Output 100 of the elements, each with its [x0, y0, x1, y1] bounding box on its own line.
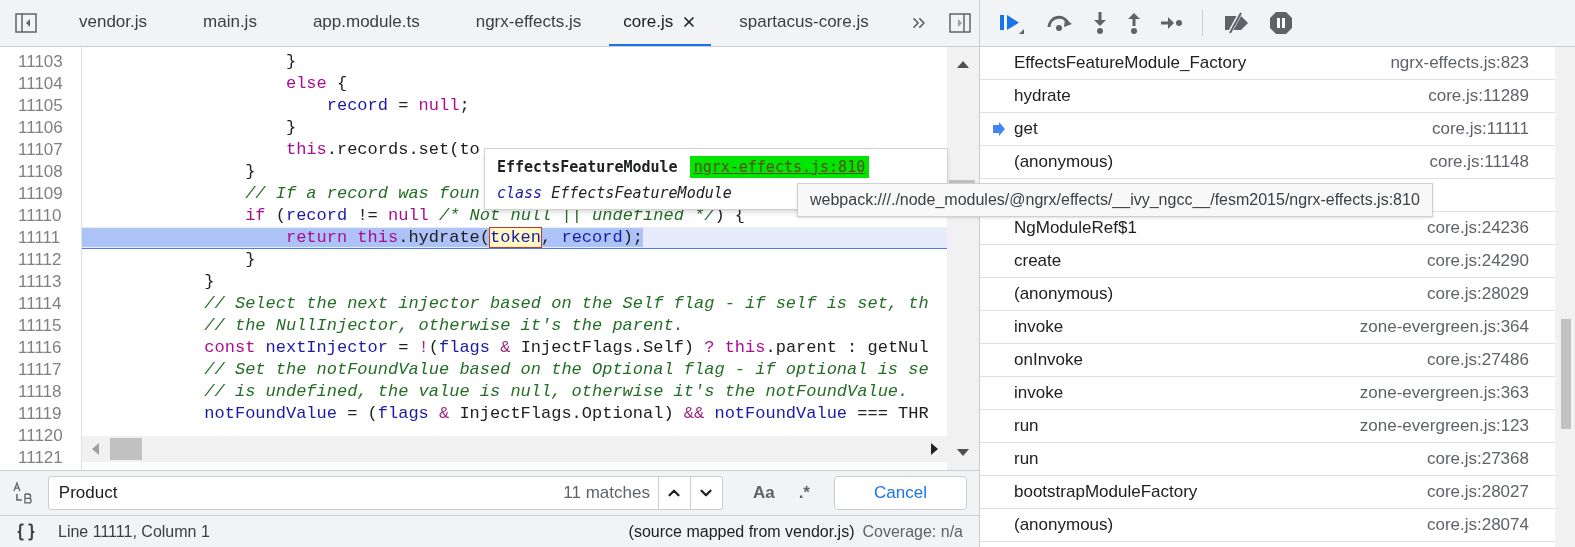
code-line: // Set the notFoundValue based on the Optional flag - if optional is se — [203, 360, 929, 379]
frame-name: bootstrapModuleFactory — [1014, 481, 1199, 504]
code-line: } — [203, 272, 215, 291]
frame-location: ngrx-effects.js:823 — [1390, 52, 1529, 75]
call-frame[interactable]: (anonymous) core.js:28029 — [980, 278, 1555, 311]
code-line: } — [284, 118, 297, 137]
call-frame[interactable]: get core.js:11111 — [980, 113, 1555, 146]
line-number: 11110 — [17, 205, 63, 227]
regex-button[interactable]: .* — [798, 480, 810, 506]
scroll-right-icon[interactable] — [930, 442, 940, 456]
scrollbar-thumb[interactable] — [1561, 319, 1571, 429]
frame-location: core.js:28027 — [1426, 481, 1529, 504]
frame-name: create — [1014, 250, 1063, 273]
match-count: 11 matches — [563, 482, 651, 505]
frame-location: zone-evergreen.js:363 — [1359, 382, 1529, 405]
frame-name: get — [1014, 118, 1039, 141]
frame-name: NgModuleRef$1 — [1014, 217, 1138, 240]
code-line: } — [244, 162, 256, 181]
code-line: else { — [284, 74, 348, 93]
frame-name: hydrate — [1014, 85, 1072, 108]
frame-name: run — [1014, 448, 1040, 471]
panel-toggle-icon[interactable] — [15, 13, 37, 33]
line-number: 11119 — [17, 403, 63, 425]
scrollbar-thumb[interactable] — [110, 438, 142, 460]
frame-name: invoke — [1014, 382, 1065, 405]
code-line: // If a record was foun — [244, 184, 480, 203]
frame-name: (anonymous) — [1014, 151, 1115, 174]
code-line: const nextInjector = !(flags & InjectFlags.Self) ? this.parent : getNul — [203, 338, 929, 357]
frame-location: core.js:11148 — [1429, 151, 1529, 174]
frame-location: core.js:11111 — [1431, 118, 1529, 141]
code-line: // is undefined, the value is null, otherwise it's the notFoundValue. — [203, 382, 909, 401]
path-tooltip: webpack:///./node_modules/@ngrx/effects/__ivy_ngcc__/fesm2015/ngrx-effects.js:810 — [797, 183, 1433, 217]
line-number: 11112 — [17, 249, 63, 271]
line-number: 11120 — [17, 425, 64, 447]
line-number: 11115 — [17, 315, 63, 337]
line-number: 11107 — [17, 139, 64, 161]
step-over-icon[interactable] — [1046, 13, 1074, 33]
coverage-info: Coverage: n/a — [862, 521, 963, 542]
source-map-info: (source mapped from vendor.js) — [628, 521, 855, 542]
call-frame[interactable]: bootstrapModuleFactory core.js:28027 — [980, 476, 1555, 509]
line-number: 11121 — [17, 447, 64, 469]
file-tab[interactable]: app.module.ts — [298, 0, 434, 46]
line-number: 11111 — [17, 227, 62, 249]
frame-location: zone-evergreen.js:123 — [1359, 415, 1529, 438]
line-number: 11116 — [17, 337, 63, 359]
frame-location: zone-evergreen.js:364 — [1359, 316, 1529, 339]
scroll-up-icon[interactable] — [956, 59, 970, 69]
call-frame[interactable]: invoke zone-evergreen.js:363 — [980, 377, 1555, 410]
line-number: 11114 — [17, 293, 63, 315]
code-line: this.records.set(to — [284, 140, 480, 159]
pause-icon[interactable] — [1269, 11, 1293, 35]
symbol-name: EffectsFeatureModule — [497, 156, 678, 178]
file-tab[interactable]: main.js — [189, 0, 271, 46]
frame-name: invoke — [1014, 316, 1065, 339]
line-number: 11117 — [17, 359, 63, 381]
step-icon[interactable] — [1160, 15, 1184, 31]
frame-location: core.js:28074 — [1426, 514, 1529, 537]
line-number: 11113 — [17, 271, 63, 293]
step-into-icon[interactable] — [1092, 11, 1108, 35]
match-case-button[interactable]: Aa — [752, 480, 775, 506]
frame-name: run — [1014, 415, 1040, 438]
frame-location: core.js:11289 — [1428, 85, 1529, 108]
line-number: 11105 — [17, 95, 64, 117]
line-number: 11118 — [17, 381, 63, 403]
code-line: // the NullInjector, otherwise it's the parent. — [203, 316, 684, 335]
file-tab[interactable]: ngrx-effects.js — [461, 0, 596, 46]
scroll-down-icon[interactable] — [956, 448, 970, 458]
horizontal-scrollbar[interactable] — [82, 436, 948, 462]
frame-location: core.js:27486 — [1426, 349, 1529, 372]
frame-name: (anonymous) — [1014, 283, 1115, 306]
code-line: } — [244, 250, 256, 269]
call-frame[interactable]: create core.js:24290 — [980, 245, 1555, 278]
line-number: 11109 — [17, 183, 64, 205]
call-frame[interactable]: onInvoke core.js:27486 — [980, 344, 1555, 377]
line-number: 11108 — [17, 161, 64, 183]
call-frame[interactable]: run zone-evergreen.js:123 — [980, 410, 1555, 443]
step-out-icon[interactable] — [1126, 11, 1142, 35]
line-number: 11104 — [17, 73, 64, 95]
cancel-button[interactable]: Cancel — [833, 476, 967, 510]
call-frame[interactable]: run core.js:27368 — [980, 443, 1555, 476]
frame-location: core.js:27368 — [1426, 448, 1529, 471]
file-tab[interactable]: vendor.js — [65, 0, 162, 46]
call-frame[interactable]: invoke zone-evergreen.js:364 — [980, 311, 1555, 344]
search-field[interactable]: Product 11 matches — [47, 476, 723, 510]
file-tab[interactable]: spartacus-core.js — [725, 0, 883, 46]
frame-location: core.js:24236 — [1426, 217, 1529, 240]
format-icon[interactable] — [16, 521, 36, 542]
frame-name: EffectsFeatureModule_Factory — [1014, 52, 1248, 75]
frame-location: core.js:24290 — [1426, 250, 1529, 273]
code-line: } — [284, 52, 297, 71]
call-frame[interactable]: (anonymous) core.js:28074 — [980, 509, 1555, 542]
line-number: 11103 — [17, 51, 64, 73]
call-frame[interactable]: hydrate core.js:11289 — [980, 80, 1555, 113]
frame-name: (anonymous) — [1014, 514, 1115, 537]
code-line: record = null; — [325, 96, 470, 115]
file-tab[interactable]: core.js — [609, 0, 712, 46]
call-frame[interactable]: EffectsFeatureModule_Factory ngrx-effects.js:823 — [980, 47, 1555, 80]
panel-toggle-icon[interactable] — [949, 13, 971, 33]
call-frame[interactable]: (anonymous) core.js:11148 — [980, 146, 1555, 179]
source-link[interactable]: ngrx-effects.js:810 — [689, 155, 870, 179]
